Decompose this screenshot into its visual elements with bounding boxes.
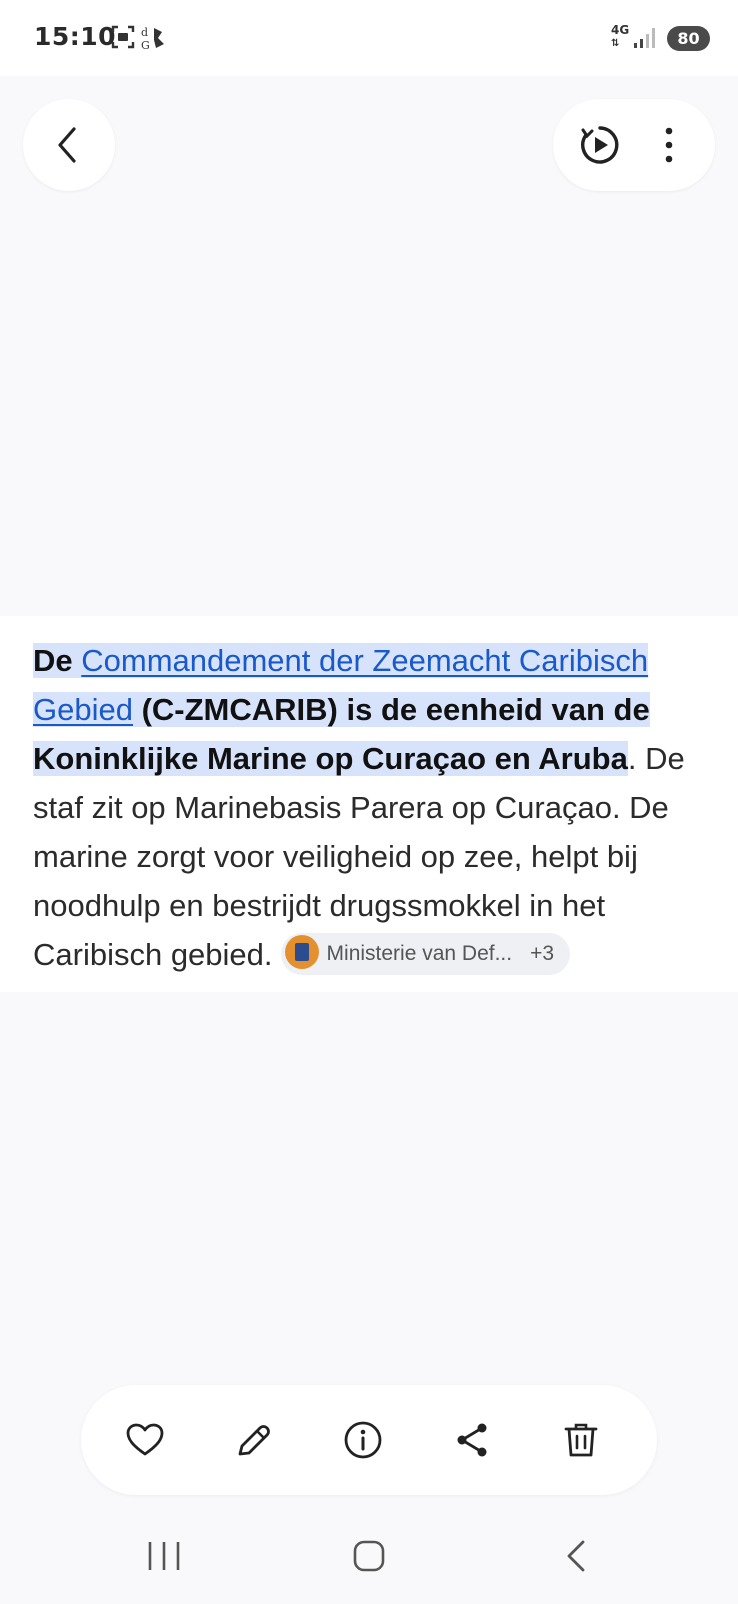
share-icon xyxy=(457,1423,487,1457)
highlighted-text-intro: De xyxy=(33,643,82,678)
chevron-left-icon xyxy=(58,127,76,163)
screenshot-icon xyxy=(110,24,136,54)
home-button[interactable] xyxy=(339,1512,399,1600)
signal-icon xyxy=(632,26,658,54)
recent-apps-icon xyxy=(148,1542,180,1570)
source-chip[interactable]: Ministerie van Def... +3 xyxy=(280,932,571,975)
trash-icon xyxy=(564,1423,598,1457)
back-icon xyxy=(567,1540,585,1572)
motion-photo-play-icon[interactable] xyxy=(578,123,622,167)
info-icon xyxy=(344,1421,382,1459)
recent-apps-button[interactable] xyxy=(134,1512,194,1600)
edit-button[interactable] xyxy=(231,1417,277,1463)
svg-text:d: d xyxy=(141,26,148,39)
back-button[interactable] xyxy=(23,99,115,191)
app-notification-icon: d G xyxy=(140,24,168,56)
edit-pencil-icon xyxy=(238,1425,270,1456)
status-time: 15:10 xyxy=(34,22,117,51)
favorite-button[interactable] xyxy=(122,1417,168,1463)
nav-back-button[interactable] xyxy=(547,1512,607,1600)
source-chip-label: Ministerie van Def... xyxy=(326,941,513,965)
info-button[interactable] xyxy=(340,1417,386,1463)
more-vertical-icon[interactable] xyxy=(659,123,679,167)
status-bar: 15:10 d G 4G ⇅ 80 xyxy=(0,0,738,76)
share-button[interactable] xyxy=(449,1417,495,1463)
svg-text:G: G xyxy=(141,39,150,52)
summary-paragraph: De Commandement der Zeemacht Caribisch G… xyxy=(33,636,723,979)
bottom-toolbar xyxy=(81,1385,657,1495)
heart-icon xyxy=(126,1423,164,1456)
network-type: 4G ⇅ xyxy=(611,23,630,49)
home-icon xyxy=(353,1540,385,1572)
system-nav-bar xyxy=(0,1512,738,1600)
source-chip-count: +3 xyxy=(530,941,555,965)
delete-button[interactable] xyxy=(558,1417,604,1463)
ministry-logo-icon xyxy=(284,935,319,970)
header-actions xyxy=(553,99,715,191)
battery-indicator: 80 xyxy=(667,26,710,51)
